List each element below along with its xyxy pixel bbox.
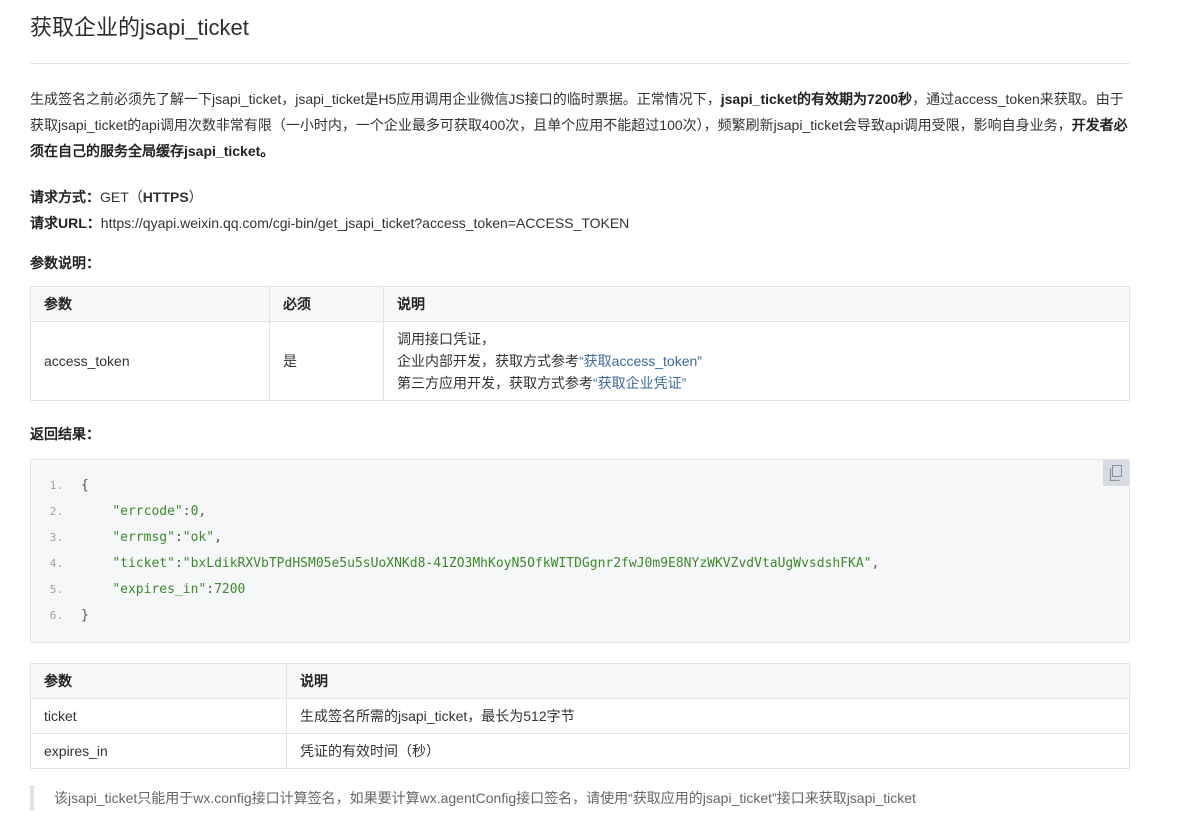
param-desc-line-3-text: 第三方应用开发，获取方式参考 xyxy=(397,375,593,391)
fields-table-header: 参数 说明 xyxy=(30,663,1130,699)
response-code-block[interactable]: 1. { 2. "errcode":0, 3. "errmsg":"ok", 4.… xyxy=(30,459,1130,643)
intro-text-1: 生成签名之前必须先了解一下jsapi_ticket，jsapi_ticket是H… xyxy=(30,91,721,107)
title-divider xyxy=(30,63,1130,64)
field-name-cell: ticket xyxy=(30,698,287,734)
param-desc-cell: 调用接口凭证， 企业内部开发，获取方式参考“获取access_token” 第三… xyxy=(383,321,1130,401)
request-method-protocol: HTTPS xyxy=(142,189,189,205)
code-line: 2. "errcode":0, xyxy=(31,499,879,525)
fields-table: 参数 说明 ticket 生成签名所需的jsapi_ticket，最长为512字… xyxy=(30,663,1130,769)
param-desc-line-2: 企业内部开发，获取方式参考“获取access_token” xyxy=(397,350,1116,372)
params-table-header: 参数 必须 说明 xyxy=(30,286,1130,322)
table-row: expires_in 凭证的有效时间（秒） xyxy=(30,733,1130,769)
code-line: 5. "expires_in":7200 xyxy=(31,577,879,603)
code-open-brace: { xyxy=(81,478,89,493)
param-desc-line-2-text: 企业内部开发，获取方式参考 xyxy=(397,353,579,369)
code-line: 4. "ticket":"bxLdikRXVbTPdHSM05e5u5sUoXN… xyxy=(31,551,880,577)
request-method-label: 请求方式： xyxy=(30,189,100,205)
doc-page: 获取企业的jsapi_ticket 生成签名之前必须先了解一下jsapi_tic… xyxy=(30,0,1130,811)
code-val-expires: 7200 xyxy=(214,582,246,597)
line-number: 6. xyxy=(49,609,63,622)
line-number: 1. xyxy=(49,479,63,492)
code-key-ticket: "ticket" xyxy=(112,556,175,571)
code-key-errcode: "errcode" xyxy=(112,504,183,519)
code-line: 6.} xyxy=(31,603,879,629)
request-method-suffix: ） xyxy=(188,189,203,205)
line-number: 5. xyxy=(49,583,63,596)
copy-button[interactable] xyxy=(1103,460,1129,486)
code-val-errmsg: "ok" xyxy=(182,530,215,545)
params-table: 参数 必须 说明 access_token 是 调用接口凭证， 企业内部开发，获… xyxy=(30,286,1130,401)
fields-header-desc: 说明 xyxy=(286,663,1130,699)
params-header-name: 参数 xyxy=(30,286,270,322)
code-lines: 1. { 2. "errcode":0, 3. "errmsg":"ok", 4.… xyxy=(31,473,880,629)
get-corp-credential-link[interactable]: “获取企业凭证” xyxy=(593,375,686,391)
field-desc-cell: 凭证的有效时间（秒） xyxy=(286,733,1130,769)
param-required-cell: 是 xyxy=(269,321,384,401)
param-desc-line-1: 调用接口凭证， xyxy=(397,331,495,347)
params-section-label: 参数说明： xyxy=(30,255,100,271)
intro-paragraph: 生成签名之前必须先了解一下jsapi_ticket，jsapi_ticket是H… xyxy=(30,86,1130,164)
code-line: 3. "errmsg":"ok", xyxy=(31,525,879,551)
params-header-required: 必须 xyxy=(269,286,384,322)
request-url-value: https://qyapi.weixin.qq.com/cgi-bin/get_… xyxy=(100,215,630,231)
note-blockquote: 该jsapi_ticket只能用于wx.config接口计算签名，如果要计算wx… xyxy=(30,785,1130,811)
fields-header-name: 参数 xyxy=(30,663,287,699)
table-row: access_token 是 调用接口凭证， 企业内部开发，获取方式参考“获取a… xyxy=(30,321,1130,401)
line-number: 2. xyxy=(49,505,63,518)
code-line: 1. { xyxy=(31,473,879,499)
page-title: 获取企业的jsapi_ticket xyxy=(30,15,249,40)
request-url-label: 请求URL： xyxy=(30,215,101,231)
request-method: 请求方式：GET（HTTPS） xyxy=(30,184,1130,210)
field-desc-cell: 生成签名所需的jsapi_ticket，最长为512字节 xyxy=(286,698,1130,734)
code-val-ticket: "bxLdikRXVbTPdHSM05e5u5sUoXNKd8-41ZO3MhK… xyxy=(182,556,872,571)
result-section-label: 返回结果： xyxy=(30,426,100,442)
param-name-cell: access_token xyxy=(30,321,270,401)
request-method-prefix: GET（ xyxy=(100,189,143,205)
get-access-token-link[interactable]: “获取access_token” xyxy=(579,353,702,369)
table-row: ticket 生成签名所需的jsapi_ticket，最长为512字节 xyxy=(30,698,1130,734)
request-url: 请求URL：https://qyapi.weixin.qq.com/cgi-bi… xyxy=(30,210,1130,236)
field-name-cell: expires_in xyxy=(30,733,287,769)
code-key-errmsg: "errmsg" xyxy=(112,530,175,545)
intro-bold-1: jsapi_ticket的有效期为7200秒 xyxy=(720,91,913,107)
copy-icon xyxy=(1109,465,1122,481)
request-info: 请求方式：GET（HTTPS） 请求URL：https://qyapi.weix… xyxy=(30,184,1130,236)
param-desc-line-3: 第三方应用开发，获取方式参考“获取企业凭证” xyxy=(397,372,1116,394)
line-number: 4. xyxy=(49,557,63,570)
line-number: 3. xyxy=(49,531,63,544)
code-close-brace: } xyxy=(81,608,89,623)
params-header-desc: 说明 xyxy=(383,286,1130,322)
code-key-expires: "expires_in" xyxy=(112,582,207,597)
